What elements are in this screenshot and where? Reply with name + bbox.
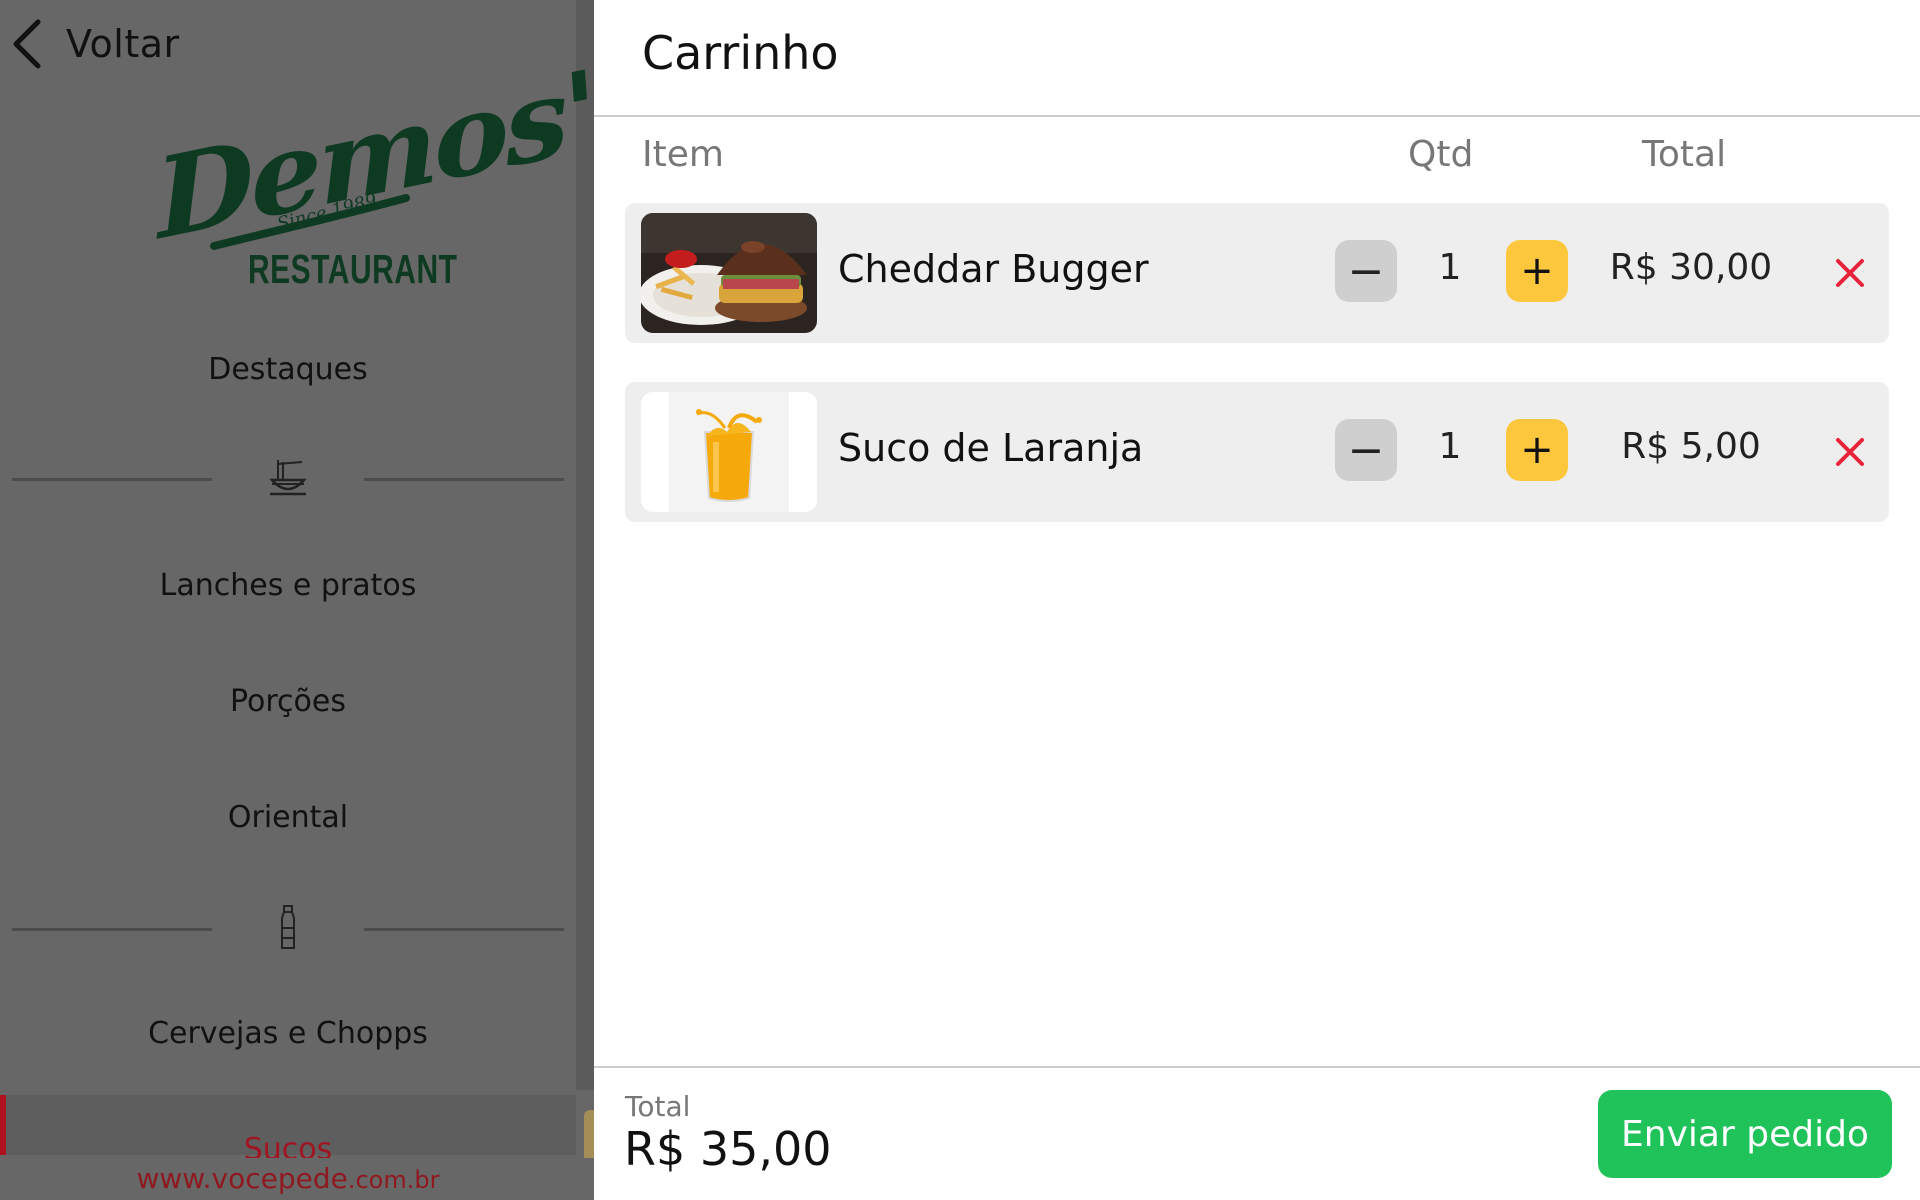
decrement-button[interactable]: − (1335, 419, 1397, 481)
restaurant-logo: Demos' Since 1989 RESTAURANT (150, 46, 594, 292)
column-item: Item (642, 134, 724, 175)
increment-button[interactable]: + (1506, 419, 1568, 481)
remove-item-icon[interactable] (1830, 253, 1870, 293)
logo-subtitle: RESTAURANT (248, 248, 458, 293)
site-url[interactable]: www.vocepede.com.br (0, 1162, 576, 1195)
cart-item-row: Suco de Laranja − 1 + R$ 5,00 (625, 382, 1889, 522)
column-total: Total (1642, 134, 1727, 175)
category-oriental[interactable]: Oriental (0, 800, 576, 835)
category-sidebar: Voltar Demos' Since 1989 RESTAURANT Dest… (0, 0, 594, 1200)
chevron-left-icon (13, 19, 41, 69)
category-destaques[interactable]: Destaques (0, 352, 576, 387)
site-url-main: www.vocepede (136, 1162, 348, 1195)
burger-photo (641, 213, 817, 333)
send-order-button[interactable]: Enviar pedido (1598, 1090, 1892, 1178)
total-value: R$ 35,00 (624, 1122, 832, 1176)
divider-line (12, 928, 212, 931)
minus-icon: − (1347, 424, 1385, 476)
total-label: Total (625, 1090, 691, 1123)
noodles-icon (269, 460, 307, 496)
divider-line (12, 478, 212, 481)
cart-item-row: Cheddar Bugger − 1 + R$ 30,00 (625, 203, 1889, 343)
header-divider (594, 115, 1920, 117)
category-cervejas[interactable]: Cervejas e Chopps (0, 1016, 576, 1051)
site-url-suffix: .com.br (347, 1166, 440, 1194)
divider-line (364, 478, 564, 481)
plus-icon: + (1520, 427, 1554, 473)
bottle-icon (281, 905, 295, 949)
item-name: Suco de Laranja (838, 426, 1144, 470)
column-qty: Qtd (1408, 134, 1474, 175)
category-divider (12, 448, 564, 508)
footer-divider (594, 1066, 1920, 1068)
category-divider (12, 898, 564, 958)
minus-icon: − (1347, 245, 1385, 297)
category-porcoes[interactable]: Porções (0, 684, 576, 719)
cart-panel: Carrinho Item Qtd Total Cheddar Bugger −… (594, 0, 1920, 1200)
decrement-button[interactable]: − (1335, 240, 1397, 302)
item-total: R$ 5,00 (1621, 426, 1761, 467)
item-quantity: 1 (1438, 426, 1462, 467)
back-button[interactable]: Voltar (10, 14, 180, 74)
category-lanches[interactable]: Lanches e pratos (0, 568, 576, 603)
plus-icon: + (1520, 248, 1554, 294)
item-quantity: 1 (1438, 247, 1462, 288)
remove-item-icon[interactable] (1830, 432, 1870, 472)
increment-button[interactable]: + (1506, 240, 1568, 302)
item-name: Cheddar Bugger (838, 247, 1149, 291)
cart-title: Carrinho (642, 26, 839, 80)
orange-juice-photo (641, 392, 817, 512)
divider-line (364, 928, 564, 931)
item-total: R$ 30,00 (1609, 247, 1773, 288)
back-label: Voltar (66, 22, 180, 66)
